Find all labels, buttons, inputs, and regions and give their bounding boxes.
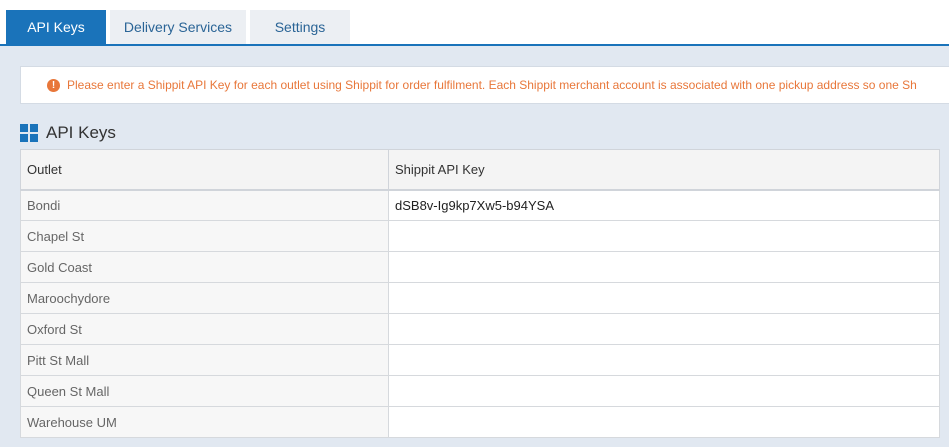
outlet-cell: Oxford St: [20, 313, 389, 345]
table-row: Warehouse UM: [20, 406, 940, 438]
api-key-cell[interactable]: [388, 406, 940, 438]
api-key-cell[interactable]: [388, 220, 940, 252]
api-key-cell[interactable]: [388, 344, 940, 376]
exclamation-icon: !: [47, 78, 60, 92]
table-row: Bondi dSB8v-Ig9kp7Xw5-b94YSA: [20, 189, 940, 221]
column-header-outlet: Outlet: [20, 149, 389, 191]
outlet-cell: Warehouse UM: [20, 406, 389, 438]
info-alert: ! Please enter a Shippit API Key for eac…: [20, 66, 949, 104]
outlet-cell: Gold Coast: [20, 251, 389, 283]
grid-icon: [20, 124, 38, 142]
table-row: Gold Coast: [20, 251, 940, 283]
table-row: Chapel St: [20, 220, 940, 252]
column-header-api-key: Shippit API Key: [388, 149, 940, 191]
table-header-row: Outlet Shippit API Key: [20, 149, 940, 191]
outlet-cell: Pitt St Mall: [20, 344, 389, 376]
api-key-cell[interactable]: dSB8v-Ig9kp7Xw5-b94YSA: [388, 189, 940, 221]
api-keys-table: Outlet Shippit API Key Bondi dSB8v-Ig9kp…: [20, 149, 940, 438]
api-key-cell[interactable]: [388, 313, 940, 345]
table-row: Maroochydore: [20, 282, 940, 314]
api-key-cell[interactable]: [388, 282, 940, 314]
section-title-label: API Keys: [46, 123, 116, 142]
section-title: API Keys: [20, 122, 116, 144]
table-row: Pitt St Mall: [20, 344, 940, 376]
tab-delivery-services[interactable]: Delivery Services: [110, 10, 246, 44]
outlet-cell: Chapel St: [20, 220, 389, 252]
tab-settings[interactable]: Settings: [250, 10, 350, 44]
outlet-cell: Queen St Mall: [20, 375, 389, 407]
outlet-cell: Maroochydore: [20, 282, 389, 314]
outlet-cell: Bondi: [20, 189, 389, 221]
table-row: Queen St Mall: [20, 375, 940, 407]
api-key-cell[interactable]: [388, 375, 940, 407]
api-key-cell[interactable]: [388, 251, 940, 283]
tab-bar: API Keys Delivery Services Settings: [0, 0, 949, 46]
table-row: Oxford St: [20, 313, 940, 345]
tab-api-keys[interactable]: API Keys: [6, 10, 106, 44]
alert-text: Please enter a Shippit API Key for each …: [67, 78, 917, 92]
